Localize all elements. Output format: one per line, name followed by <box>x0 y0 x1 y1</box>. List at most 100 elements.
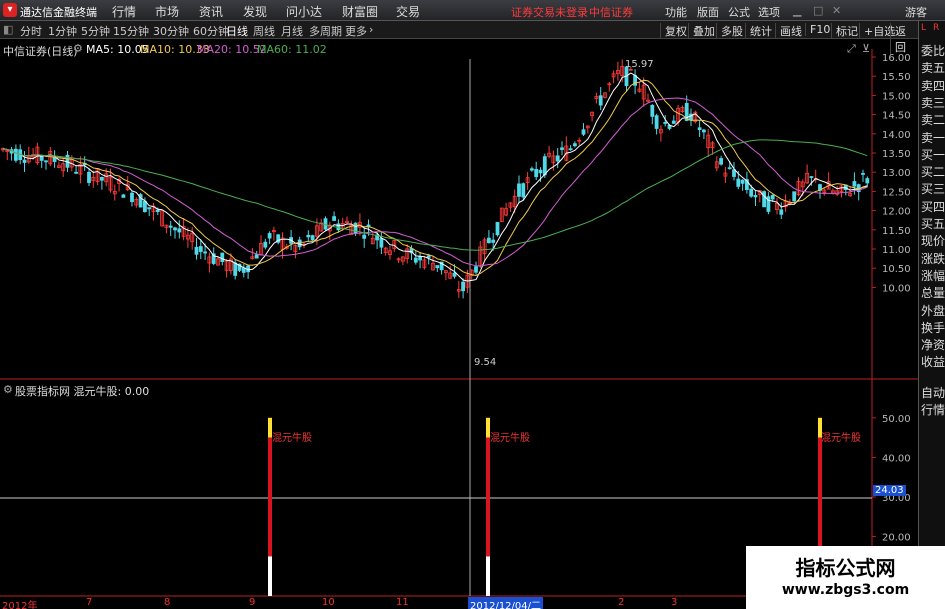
panel-expand-icon[interactable]: L <box>921 23 926 33</box>
menu-item-fortune[interactable]: 财富圈 <box>342 3 378 20</box>
candle-body <box>168 225 173 228</box>
price-tick-label: 16.00 <box>882 53 911 64</box>
period-tab-monthly[interactable]: 月线 <box>281 23 303 39</box>
window-minimize-icon[interactable]: ▁ <box>793 4 801 17</box>
quote-field-12[interactable]: 涨跌 <box>921 251 945 267</box>
quote-field-14[interactable]: 总量 <box>921 285 945 301</box>
candle-body <box>727 167 732 170</box>
multi-stock-button[interactable]: 多股 <box>716 23 747 39</box>
candle-body <box>130 192 134 203</box>
statistics-button[interactable]: 统计 <box>745 23 776 39</box>
candle-body <box>770 194 775 200</box>
panel-r-icon[interactable]: R <box>933 23 939 33</box>
cursor-value-badge: 24.03 <box>873 485 906 496</box>
period-toolbar: ◧ 分时 1分钟 5分钟 15分钟 30分钟 60分钟 日线 周线 月线 多周期… <box>0 21 918 55</box>
ma10-line <box>2 79 868 277</box>
quote-field-4[interactable]: 卖二 <box>921 112 945 128</box>
adjust-button[interactable]: 复权 <box>660 23 691 39</box>
quote-field-5[interactable]: 卖一 <box>921 130 945 146</box>
menu-formula[interactable]: 公式 <box>728 4 750 20</box>
sub-tick-label: 50.00 <box>882 414 911 425</box>
quote-field-3[interactable]: 卖三 <box>921 95 945 111</box>
quote-field-11[interactable]: 现价 <box>921 233 945 249</box>
candle-body <box>861 172 865 175</box>
quote-field-0[interactable]: 委比 <box>921 43 945 59</box>
watermark-url: www.zbgs3.com <box>781 582 910 598</box>
candle-body <box>568 148 573 151</box>
toggle-panel-icon[interactable]: ◧ <box>3 23 13 36</box>
candle-body <box>173 227 177 231</box>
menu-function[interactable]: 功能 <box>665 4 687 20</box>
period-tab-5min[interactable]: 5分钟 <box>81 23 110 39</box>
quote-field-15[interactable]: 外盘 <box>921 303 945 319</box>
period-tab-more[interactable]: 更多 <box>345 23 367 39</box>
quote-field-1[interactable]: 卖五 <box>921 60 945 76</box>
candle-body <box>198 246 203 252</box>
mark-button[interactable]: 标记 <box>831 23 862 39</box>
chevron-right-icon[interactable]: › <box>369 23 373 36</box>
quote-field-2[interactable]: 卖四 <box>921 78 945 94</box>
quote-field-16[interactable]: 换手 <box>921 320 945 336</box>
quote-field-7[interactable]: 买二 <box>921 164 945 180</box>
menu-item-ask[interactable]: 问小达 <box>286 3 322 20</box>
date-cursor-badge: 2012/12/04/二 <box>468 597 544 609</box>
candle-body <box>749 188 754 197</box>
date-tick-5: 11 <box>396 597 409 608</box>
user-label[interactable]: 游客 <box>905 4 927 20</box>
candle-body <box>538 169 543 174</box>
quote-field-6[interactable]: 买一 <box>921 147 945 163</box>
window-close-icon[interactable]: ✕ <box>832 4 841 17</box>
candle-body <box>147 207 152 210</box>
menu-item-discover[interactable]: 发现 <box>243 3 267 20</box>
period-tab-30min[interactable]: 30分钟 <box>153 23 189 39</box>
sub-tick-label: 40.00 <box>882 453 911 464</box>
candle-body <box>362 234 367 239</box>
period-tab-daily[interactable]: 日线 <box>226 23 248 39</box>
menu-item-market[interactable]: 市场 <box>155 3 179 20</box>
candle-body <box>671 120 676 124</box>
quote-field-18[interactable]: 收益 <box>921 354 945 370</box>
chart-area[interactable]: 中信证券(日线) ⚙ MA5: 10.05 MA10: 10.33 MA20: … <box>0 39 918 609</box>
auto-quote-0[interactable]: 自动 <box>921 385 945 401</box>
broker-name[interactable]: 中信证券 <box>589 4 633 20</box>
login-notice[interactable]: 证券交易未登录 <box>511 4 588 20</box>
menu-options[interactable]: 选项 <box>758 4 780 20</box>
period-tab-weekly[interactable]: 周线 <box>253 23 275 39</box>
candle-body <box>719 158 723 165</box>
quote-field-8[interactable]: 买三 <box>921 181 945 197</box>
candle-body <box>194 246 199 255</box>
candle-body <box>142 200 147 213</box>
sub-settings-gear-icon[interactable]: ⚙ <box>3 383 13 396</box>
candle-body <box>332 216 337 221</box>
candle-body <box>865 178 870 184</box>
watermark: 指标公式网 www.zbgs3.com <box>746 546 945 609</box>
candle-body <box>379 238 384 248</box>
period-tab-multi[interactable]: 多周期 <box>309 23 342 39</box>
period-tab-intraday[interactable]: 分时 <box>20 23 42 39</box>
window-maximize-icon[interactable]: □ <box>813 4 823 17</box>
signal-bar-red <box>486 437 490 557</box>
menu-layout[interactable]: 版面 <box>697 4 719 20</box>
period-tab-1min[interactable]: 1分钟 <box>48 23 77 39</box>
candle-body <box>530 168 534 171</box>
menu-item-quotes[interactable]: 行情 <box>112 3 136 20</box>
signal-label-3: 混元牛股 <box>821 433 861 444</box>
f10-button[interactable]: F10 <box>805 23 834 36</box>
auto-quote-1[interactable]: 行情 <box>921 402 945 418</box>
overlay-button[interactable]: 叠加 <box>688 23 719 39</box>
candle-body <box>650 104 655 117</box>
menu-item-trade[interactable]: 交易 <box>396 3 420 20</box>
date-tick-2: 8 <box>164 597 171 608</box>
quote-field-17[interactable]: 净资 <box>921 337 945 353</box>
app-title: 通达信金融终端 <box>20 6 97 19</box>
candle-body <box>263 241 268 248</box>
quote-field-10[interactable]: 买五 <box>921 216 945 232</box>
quote-field-9[interactable]: 买四 <box>921 199 945 215</box>
quote-field-13[interactable]: 涨幅 <box>921 268 945 284</box>
draw-line-button[interactable]: 画线 <box>775 23 806 39</box>
quote-side-panel[interactable]: L R 委比 卖五卖四 卖三 卖二卖一 买一 买二 买三买四 买五 现价涨跌 涨幅 总量外盘 换手 净资… <box>918 21 945 609</box>
period-tab-60min[interactable]: 60分钟 <box>193 23 229 39</box>
period-tab-15min[interactable]: 15分钟 <box>113 23 149 39</box>
price-tick-label: 11.00 <box>882 245 911 256</box>
menu-item-news[interactable]: 资讯 <box>199 3 223 20</box>
